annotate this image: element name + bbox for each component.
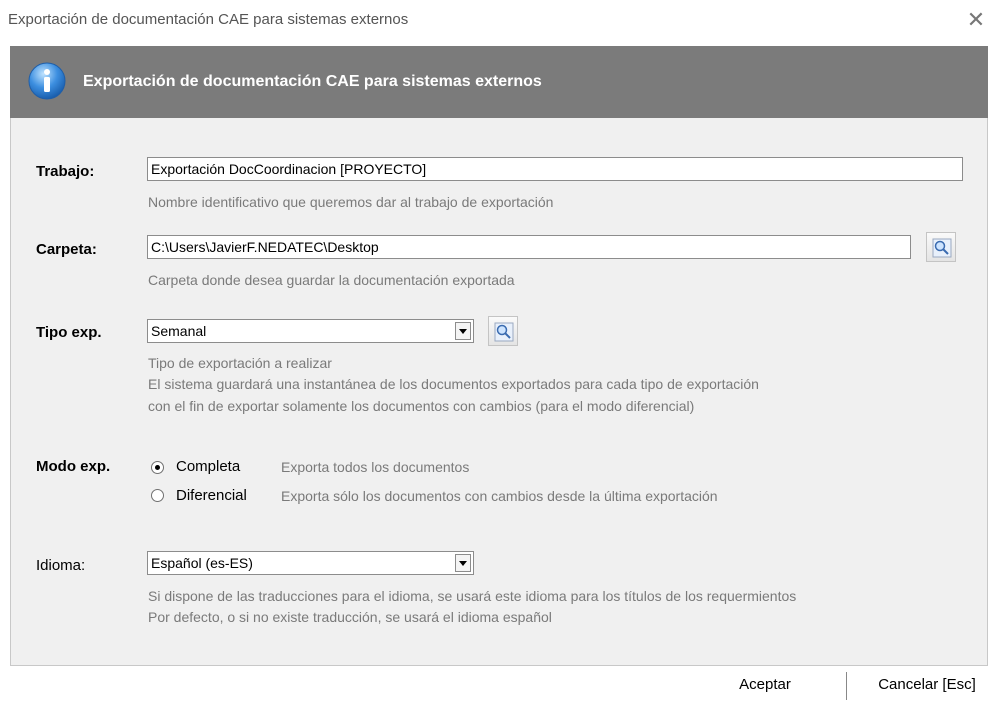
tipo-exp-hint-1: Tipo de exportación a realizar: [148, 355, 332, 371]
idioma-hint-1: Si dispone de las traducciones para el i…: [148, 588, 797, 604]
tipo-exp-hint-2: El sistema guardará una instantánea de l…: [148, 376, 759, 392]
accept-button[interactable]: Aceptar: [700, 666, 830, 704]
tipo-exp-search-button[interactable]: [488, 316, 518, 346]
diferencial-desc: Exporta sólo los documentos con cambios …: [281, 488, 718, 504]
completa-desc: Exporta todos los documentos: [281, 459, 470, 475]
radio-diferencial[interactable]: [151, 489, 164, 502]
dialog-footer: [0, 666, 998, 704]
cancel-button[interactable]: Cancelar [Esc]: [862, 666, 992, 704]
idioma-hint-2: Por defecto, o si no existe traducción, …: [148, 609, 552, 625]
carpeta-input[interactable]: C:\Users\JavierF.NEDATEC\Desktop: [147, 235, 911, 259]
idioma-value: Español (es-ES): [151, 555, 253, 571]
radio-completa[interactable]: [151, 461, 164, 474]
tipo-exp-hint-3: con el fin de exportar solamente los doc…: [148, 398, 695, 414]
idioma-select[interactable]: Español (es-ES): [147, 551, 474, 575]
carpeta-hint: Carpeta donde desea guardar la documenta…: [148, 272, 515, 288]
tipo-exp-value: Semanal: [151, 323, 207, 339]
info-icon: [27, 61, 67, 101]
tipo-exp-label: Tipo exp.: [36, 324, 102, 341]
trabajo-label: Trabajo:: [36, 163, 95, 180]
header-title: Exportación de documentación CAE para si…: [83, 73, 542, 90]
radio-diferencial-label[interactable]: Diferencial: [176, 487, 247, 504]
trabajo-hint: Nombre identificativo que queremos dar a…: [148, 194, 554, 210]
dialog-header: Exportación de documentación CAE para si…: [10, 46, 988, 118]
window-titlebar: Exportación de documentación CAE para si…: [0, 0, 998, 40]
radio-completa-label[interactable]: Completa: [176, 458, 240, 475]
trabajo-input[interactable]: Exportación DocCoordinacion [PROYECTO]: [147, 157, 963, 181]
search-icon: [494, 322, 514, 342]
chevron-down-icon[interactable]: [455, 322, 471, 340]
chevron-down-icon[interactable]: [455, 554, 471, 572]
carpeta-label: Carpeta:: [36, 241, 97, 258]
close-icon[interactable]: ✕: [962, 6, 990, 34]
modo-exp-label: Modo exp.: [36, 458, 111, 475]
tipo-exp-select[interactable]: Semanal: [147, 319, 474, 343]
idioma-label: Idioma:: [36, 557, 86, 574]
footer-divider: [846, 672, 847, 700]
browse-folder-button[interactable]: [926, 232, 956, 262]
window-title: Exportación de documentación CAE para si…: [8, 11, 409, 28]
search-icon: [932, 238, 952, 258]
